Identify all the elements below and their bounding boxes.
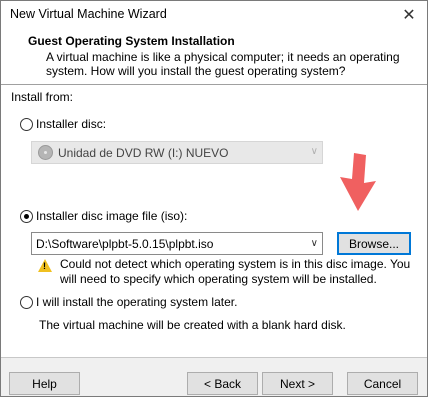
installer-iso-radio[interactable]: [20, 209, 33, 223]
iso-path-combo[interactable]: D:\Software\plpbt-5.0.15\plpbt.iso ∨: [31, 232, 323, 255]
cancel-button-label: Cancel: [363, 376, 402, 391]
help-button[interactable]: Help: [9, 372, 80, 395]
install-later-radio[interactable]: [20, 295, 33, 309]
wizard-body: Install from: Installer disc: Unidad de …: [1, 85, 427, 357]
dvd-drive-select[interactable]: Unidad de DVD RW (I:) NUEVO ∨: [31, 141, 323, 164]
installer-disc-label: Installer disc:: [36, 117, 107, 131]
title-bar: New Virtual Machine Wizard ✕: [1, 1, 427, 29]
dvd-drive-value: Unidad de DVD RW (I:) NUEVO: [58, 145, 229, 160]
install-later-description: The virtual machine will be created with…: [39, 318, 346, 332]
next-button-label: Next >: [279, 376, 315, 391]
installer-disc-option[interactable]: Installer disc:: [20, 117, 106, 131]
wizard-window: New Virtual Machine Wizard ✕ Guest Opera…: [0, 0, 428, 397]
wizard-header: Guest Operating System Installation A vi…: [1, 29, 427, 84]
install-later-option[interactable]: I will install the operating system late…: [20, 295, 237, 309]
arrow-down-annotation: [340, 153, 376, 211]
close-button[interactable]: ✕: [391, 1, 427, 29]
warning-icon-mark: !: [43, 261, 46, 271]
close-icon: ✕: [402, 7, 416, 24]
help-button-label: Help: [32, 376, 57, 391]
installer-iso-option[interactable]: Installer disc image file (iso):: [20, 209, 187, 223]
installer-disc-radio[interactable]: [20, 117, 33, 131]
browse-button-label: Browse...: [348, 236, 399, 251]
install-from-label: Install from:: [11, 90, 74, 104]
wizard-footer: Help < Back Next > Cancel: [1, 358, 427, 396]
page-description: A virtual machine is like a physical com…: [46, 50, 400, 78]
back-button[interactable]: < Back: [187, 372, 258, 395]
cancel-button[interactable]: Cancel: [347, 372, 418, 395]
back-button-label: < Back: [203, 376, 242, 391]
warning-message: Could not detect which operating system …: [60, 257, 411, 286]
iso-path-value: D:\Software\plpbt-5.0.15\plpbt.iso: [36, 236, 214, 251]
window-title: New Virtual Machine Wizard: [10, 7, 167, 21]
chevron-down-icon: ∨: [310, 146, 318, 157]
chevron-down-icon[interactable]: ∨: [311, 238, 318, 249]
next-button[interactable]: Next >: [262, 372, 333, 395]
disc-icon: [38, 145, 53, 160]
browse-button[interactable]: Browse...: [337, 232, 411, 255]
page-title: Guest Operating System Installation: [28, 34, 235, 48]
installer-iso-label: Installer disc image file (iso):: [36, 209, 188, 223]
install-later-label: I will install the operating system late…: [36, 295, 238, 309]
